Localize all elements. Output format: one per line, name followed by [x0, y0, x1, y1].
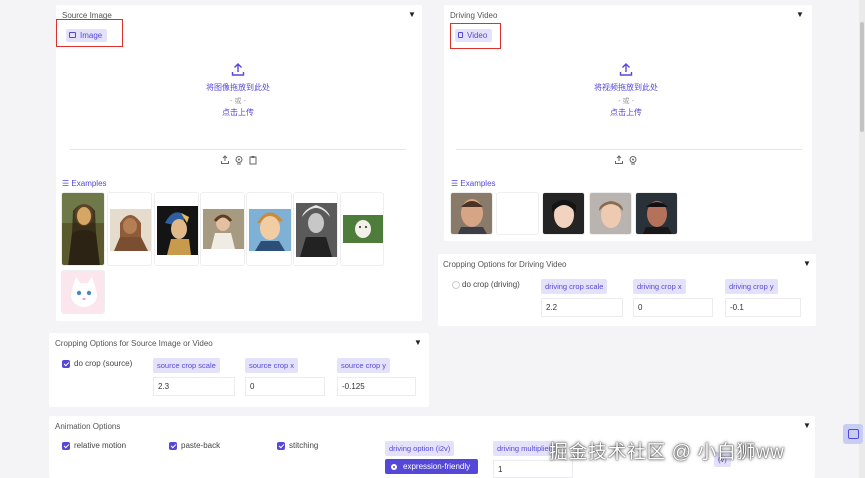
examples-label-text: Examples — [460, 179, 496, 188]
paste-back-label: paste-back — [181, 441, 221, 450]
divider — [456, 149, 802, 150]
or-text: - 或 - — [618, 98, 634, 105]
driving-multiplier-label: driving multiplier — [493, 441, 556, 456]
animation-options-title: Animation Options — [55, 422, 121, 431]
examples-label: ☰ Examples — [62, 179, 107, 188]
do-crop-source-label: do crop (source) — [74, 359, 133, 368]
click-upload-link[interactable]: 点击上传 — [578, 107, 674, 118]
scrollbar-thumb[interactable] — [860, 22, 864, 132]
expression-friendly-radio[interactable]: expression-friendly — [385, 459, 479, 474]
divider — [70, 149, 406, 150]
example-thumbnail-cat[interactable] — [61, 270, 105, 314]
example-thumbnail-man-face[interactable] — [450, 192, 493, 235]
driving-crop-scale-label: driving crop scale — [541, 279, 608, 294]
driving-crop-y-label: driving crop y — [725, 279, 778, 294]
driving-crop-y-input[interactable]: -0.1 — [725, 298, 801, 317]
example-thumbnail-statue[interactable] — [107, 192, 152, 266]
source-crop-y-label: source crop y — [337, 358, 391, 373]
drop-text[interactable]: 将视频拖放到此处 — [578, 82, 674, 93]
driving-crop-x-input[interactable]: 0 — [633, 298, 713, 317]
highlight-box — [450, 23, 501, 49]
examples-label-text: Examples — [71, 179, 107, 188]
relative-motion-checkbox[interactable] — [62, 442, 70, 450]
highlight-box — [56, 19, 123, 47]
example-thumbnail-mona-lisa[interactable] — [61, 192, 105, 266]
triangle-down-icon[interactable]: ▼ — [408, 10, 416, 19]
source-crop-y-input[interactable]: -0.125 — [337, 377, 416, 396]
upload-icon[interactable] — [618, 62, 634, 78]
example-thumbnail-woman-face-1[interactable] — [542, 192, 585, 235]
drop-text[interactable]: 将图像拖放到此处 — [190, 82, 286, 93]
triangle-down-icon[interactable]: ▼ — [796, 10, 804, 19]
examples-label: ☰ Examples — [451, 179, 496, 188]
do-crop-driving-checkbox[interactable] — [452, 281, 460, 289]
driving-crop-scale-input[interactable]: 2.2 — [541, 298, 623, 317]
upload-icon[interactable] — [230, 62, 246, 78]
triangle-down-icon[interactable]: ▼ — [803, 259, 811, 268]
feedback-button[interactable] — [843, 424, 863, 444]
relative-motion-label: relative motion — [74, 441, 127, 450]
watermark-text: 掘金技术社区 @ 小白狮ww — [549, 442, 785, 463]
source-crop-title: Cropping Options for Source Image or Vid… — [55, 339, 213, 348]
example-thumbnail-cartoon-boy[interactable] — [246, 192, 292, 266]
click-upload-link[interactable]: 点击上传 — [190, 107, 286, 118]
do-crop-driving-label: do crop (driving) — [462, 280, 520, 289]
driving-crop-x-label: driving crop x — [633, 279, 686, 294]
driving-video-title: Driving Video — [450, 11, 498, 20]
upload-icon[interactable] — [220, 155, 230, 165]
example-thumbnail-girl-painting[interactable] — [200, 192, 245, 266]
clipboard-icon[interactable] — [248, 155, 258, 165]
stitching-checkbox[interactable] — [277, 442, 285, 450]
source-crop-scale-label: source crop scale — [153, 358, 220, 373]
webcam-icon[interactable] — [234, 155, 244, 165]
example-thumbnail-woman-face-2[interactable] — [589, 192, 632, 235]
source-crop-scale-input[interactable]: 2.3 — [153, 377, 235, 396]
driving-crop-title: Cropping Options for Driving Video — [443, 260, 567, 269]
webcam-icon[interactable] — [628, 155, 638, 165]
stitching-label: stitching — [289, 441, 319, 450]
source-crop-x-input[interactable]: 0 — [245, 377, 325, 396]
paste-back-checkbox[interactable] — [169, 442, 177, 450]
or-text: - 或 - — [230, 98, 246, 105]
example-thumbnail-pearl-earring[interactable] — [154, 192, 199, 266]
example-thumbnail-man-face-2[interactable] — [635, 192, 678, 235]
triangle-down-icon[interactable]: ▼ — [803, 421, 811, 430]
upload-icon[interactable] — [614, 155, 624, 165]
source-crop-x-label: source crop x — [245, 358, 299, 373]
example-thumbnail-einstein[interactable] — [293, 192, 338, 266]
driving-option-label: driving option (i2v) — [385, 441, 455, 456]
do-crop-source-checkbox[interactable] — [62, 360, 70, 368]
example-thumbnail-animal[interactable] — [340, 192, 384, 266]
list-icon: ☰ — [62, 179, 72, 188]
list-icon: ☰ — [451, 179, 461, 188]
example-thumbnail-empty[interactable] — [496, 192, 539, 235]
triangle-down-icon[interactable]: ▼ — [414, 338, 422, 347]
